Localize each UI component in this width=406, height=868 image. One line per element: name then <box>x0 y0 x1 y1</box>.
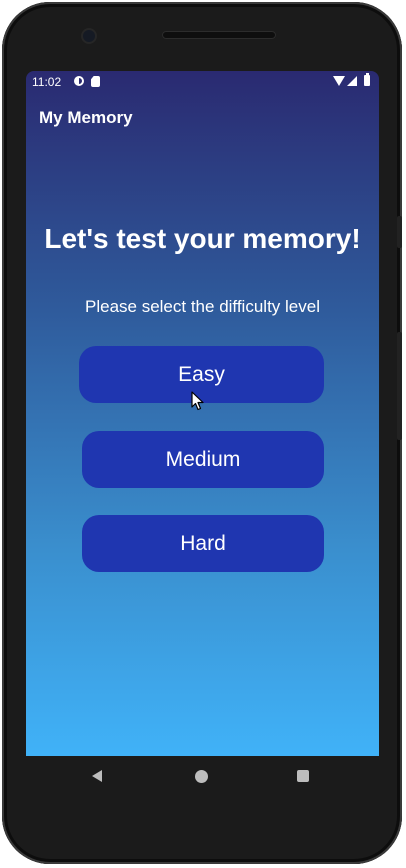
app-title: My Memory <box>39 108 133 127</box>
data-saver-icon <box>74 76 84 86</box>
system-nav-bar <box>26 756 379 798</box>
hard-button[interactable]: Hard <box>82 515 324 572</box>
earpiece-speaker <box>162 31 276 39</box>
recents-icon[interactable] <box>297 770 309 782</box>
app-screen: 11:02 My Memory Let's test your memory! … <box>26 71 379 756</box>
status-time: 11:02 <box>32 75 62 89</box>
home-icon[interactable] <box>195 770 208 783</box>
sd-card-icon <box>91 76 100 87</box>
battery-icon <box>364 73 370 86</box>
volume-rocker <box>397 332 402 440</box>
wifi-icon <box>333 76 345 86</box>
volume-up-button <box>397 216 402 248</box>
back-icon[interactable] <box>92 770 102 782</box>
medium-button[interactable]: Medium <box>82 431 324 488</box>
mouse-cursor-icon <box>191 391 204 411</box>
subtitle: Please select the difficulty level <box>85 297 320 316</box>
headline: Let's test your memory! <box>44 223 361 254</box>
front-camera-icon <box>83 30 95 42</box>
signal-icon <box>347 76 357 86</box>
status-bar: 11:02 <box>26 71 379 95</box>
